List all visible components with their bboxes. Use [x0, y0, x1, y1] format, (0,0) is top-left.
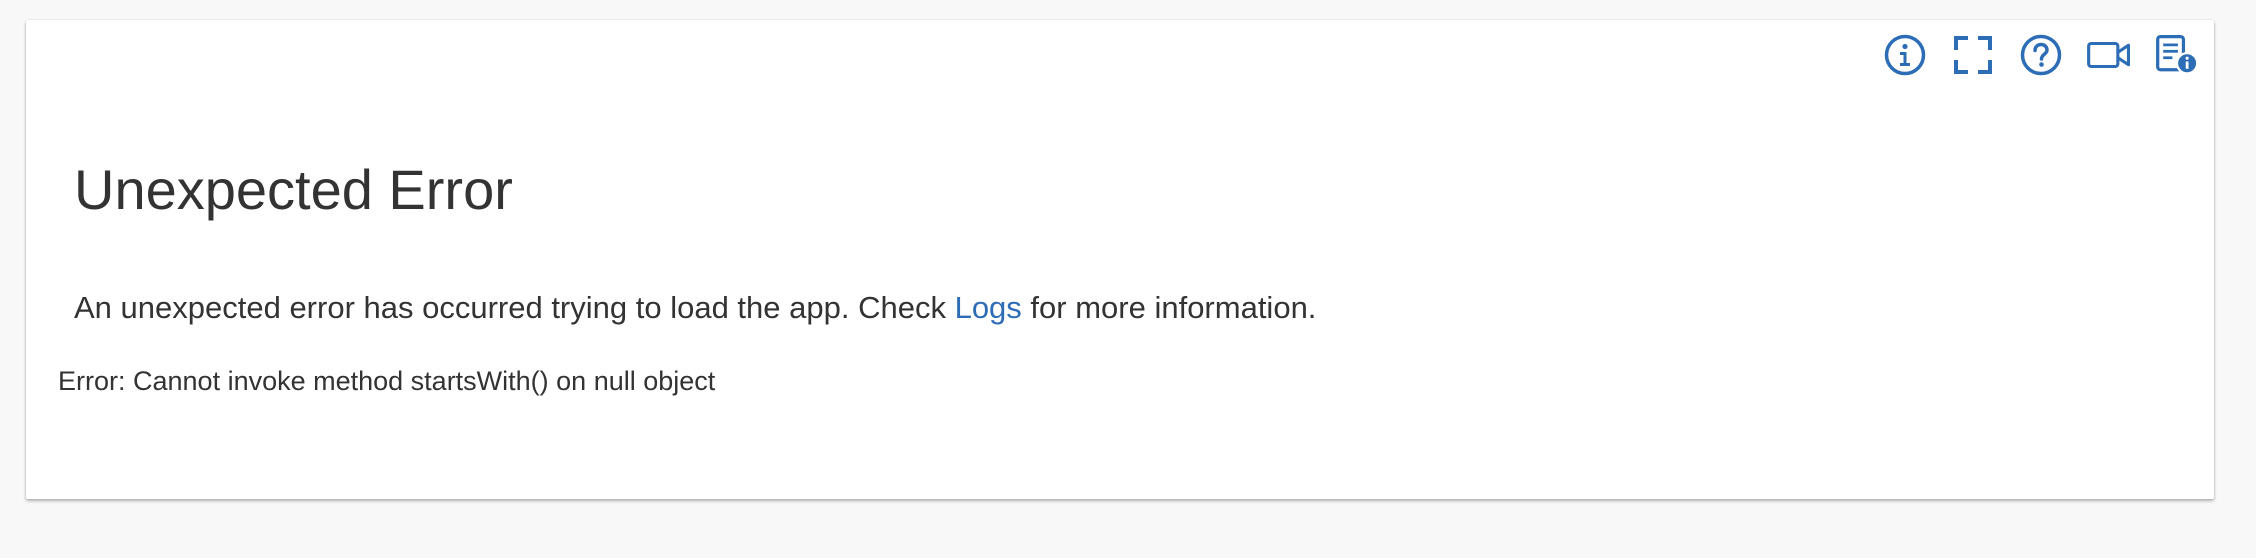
video-button[interactable] [2086, 32, 2132, 78]
toolbar [1882, 32, 2200, 78]
logs-link[interactable]: Logs [955, 290, 1022, 325]
error-title: Unexpected Error [74, 158, 513, 221]
info-icon [1884, 34, 1926, 76]
help-button[interactable] [2018, 32, 2064, 78]
error-detail: Error: Cannot invoke method startsWith()… [58, 366, 716, 396]
video-icon [2087, 41, 2131, 69]
error-card: Unexpected Error An unexpected error has… [26, 20, 2214, 499]
help-icon [2020, 34, 2062, 76]
error-message: An unexpected error has occurred trying … [74, 288, 1316, 328]
error-message-suffix: for more information. [1021, 290, 1317, 325]
fullscreen-button[interactable] [1950, 32, 1996, 78]
info-button[interactable] [1882, 32, 1928, 78]
fullscreen-icon [1954, 36, 1992, 74]
logs-info-icon [2156, 34, 2199, 75]
error-message-prefix: An unexpected error has occurred trying … [74, 290, 955, 325]
logs-button[interactable] [2154, 32, 2200, 78]
